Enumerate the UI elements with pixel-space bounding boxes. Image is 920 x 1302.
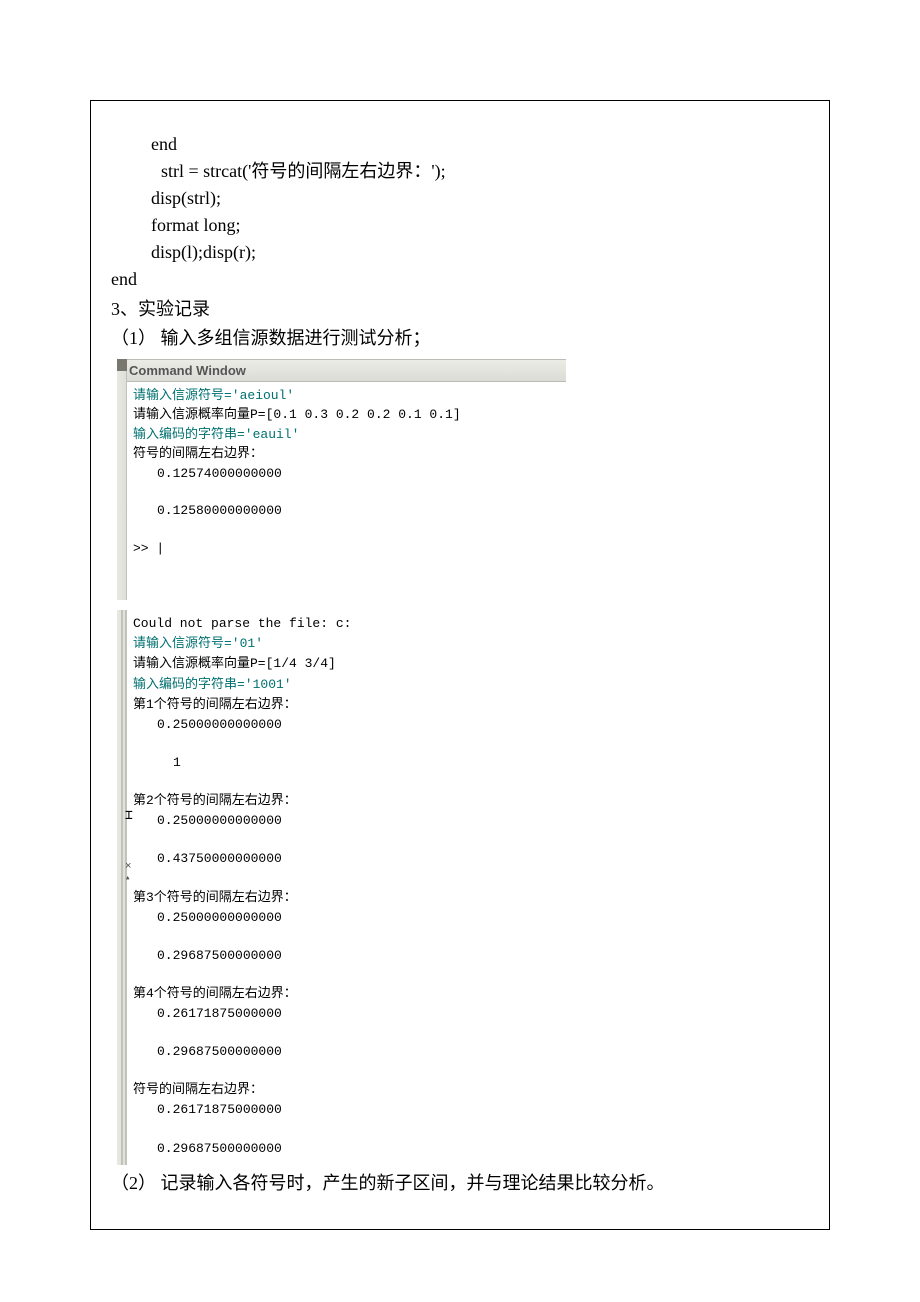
prompt-text: 请输入信源符号='01' xyxy=(133,634,560,654)
prompt-text: 输入编码的字符串='eauil' xyxy=(133,425,560,445)
output-text: 符号的间隔左右边界： xyxy=(133,1080,560,1100)
output-value: 1 xyxy=(133,753,560,773)
output-text: 请输入信源概率向量P=[1/4 3/4] xyxy=(133,654,560,674)
prompt-text: 输入编码的字符串='1001' xyxy=(133,675,560,695)
output-value: 0.25000000000000 xyxy=(133,715,560,735)
output-text: 第4个符号的间隔左右边界： xyxy=(133,984,560,1004)
page-frame: end strl = strcat('符号的间隔左右边界：'); disp(st… xyxy=(90,100,830,1230)
output-text: Could not parse the file: c: xyxy=(133,614,560,634)
gutter xyxy=(117,359,127,601)
code-line: end xyxy=(111,131,809,158)
output-text: 第2个符号的间隔左右边界： xyxy=(133,791,560,811)
output-value: 0.26171875000000 xyxy=(133,1004,560,1024)
code-line: end xyxy=(111,266,809,293)
output-value: 0.29687500000000 xyxy=(133,1139,560,1159)
matlab-prompt[interactable]: >> | xyxy=(133,539,560,559)
output-value: 0.12580000000000 xyxy=(133,501,560,521)
output-value: 0.29687500000000 xyxy=(133,1042,560,1062)
code-block: end strl = strcat('符号的间隔左右边界：'); disp(st… xyxy=(111,131,809,293)
command-output-2: ⌶ × ▴ Could not parse the file: c: 请输入信源… xyxy=(121,610,566,1165)
output-text: 符号的间隔左右边界： xyxy=(133,444,560,464)
output-value: 0.29687500000000 xyxy=(133,946,560,966)
prompt-text: 请输入信源符号='aeioul' xyxy=(133,386,560,406)
section-heading: 3、实验记录 xyxy=(111,295,809,324)
close-icon[interactable]: × xyxy=(125,858,135,868)
output-value: 0.25000000000000 xyxy=(133,811,560,831)
output-value: 0.25000000000000 xyxy=(133,908,560,928)
output-text: 请输入信源概率向量P=[0.1 0.3 0.2 0.2 0.1 0.1] xyxy=(133,405,560,425)
command-window-panel: Command Window 请输入信源符号='aeioul' 请输入信源概率向… xyxy=(121,359,566,1165)
section-sub2: （2） 记录输入各符号时，产生的新子区间，并与理论结果比较分析。 xyxy=(111,1169,809,1198)
output-value: 0.43750000000000 xyxy=(133,849,560,869)
gutter-handle-icon xyxy=(117,359,127,371)
arrow-up-icon[interactable]: ▴ xyxy=(125,872,135,882)
text-cursor-icon: ⌶ xyxy=(125,806,133,826)
command-window-title: Command Window xyxy=(121,359,566,382)
command-output-1: 请输入信源符号='aeioul' 请输入信源概率向量P=[0.1 0.3 0.2… xyxy=(121,382,566,601)
code-line: disp(l);disp(r); xyxy=(111,239,809,266)
output-value: 0.26171875000000 xyxy=(133,1100,560,1120)
output-value: 0.12574000000000 xyxy=(133,464,560,484)
output-text: 第3个符号的间隔左右边界： xyxy=(133,888,560,908)
section-sub1: （1） 输入多组信源数据进行测试分析； xyxy=(111,324,809,353)
code-line: disp(strl); xyxy=(111,185,809,212)
code-line: format long; xyxy=(111,212,809,239)
code-line: strl = strcat('符号的间隔左右边界：'); xyxy=(111,158,809,185)
output-text: 第1个符号的间隔左右边界： xyxy=(133,695,560,715)
